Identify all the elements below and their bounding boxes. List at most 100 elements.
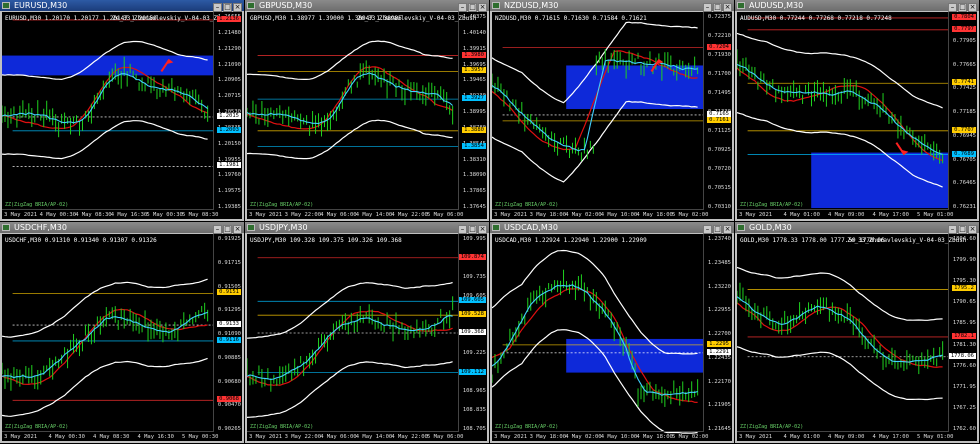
chart-canvas[interactable]: USDCAD,M30 1.22924 1.22940 1.22900 1.229… — [492, 234, 732, 441]
zigzag-label: ZZ(ZigZag BRIA/AP-02) — [495, 202, 559, 208]
chart-window[interactable]: GOLD,M30 – □ × GOLD,M30 1778.33 1778.00 1777… — [735, 222, 979, 443]
minimize-icon[interactable]: – — [458, 3, 467, 12]
chart-window-titlebar[interactable]: NZDUSD,M30 – □ × — [490, 0, 734, 12]
price-tick-label: 1.23220 — [707, 283, 731, 290]
time-tick-label: 5 May 01:00 — [917, 212, 954, 218]
chart-window-titlebar[interactable]: USDJPY,M30 – □ × — [245, 222, 489, 234]
chart-window[interactable]: GBPUSD,M30 – □ × GBPUSD,M30 1.38977 1.39000 … — [245, 0, 489, 221]
upper-band-line — [737, 266, 943, 321]
chart-canvas[interactable]: NZDUSD,M30 0.71615 0.71630 0.71584 0.716… — [492, 12, 732, 219]
chart-window-titlebar[interactable]: GOLD,M30 – □ × — [735, 222, 979, 234]
chart-window-titlebar[interactable]: GBPUSD,M30 – □ × — [245, 0, 489, 12]
close-icon[interactable]: × — [478, 3, 487, 12]
price-level-tag: 109.528 — [458, 311, 486, 318]
price-level-tag: 1.3980 — [462, 51, 486, 58]
zigzag-label: ZZ(ZigZag BRIA/AP-02) — [740, 202, 804, 208]
close-icon[interactable]: × — [233, 225, 242, 234]
price-scale[interactable]: 0.723750.722100.719300.717000.714950.713… — [703, 12, 732, 210]
maximize-icon[interactable]: □ — [223, 225, 232, 234]
minimize-icon[interactable]: – — [948, 3, 957, 12]
price-tick-label: 0.91295 — [217, 307, 241, 314]
chart-window[interactable]: USDCHF,M30 – □ × USDCHF,M30 0.91310 0.91340 … — [0, 222, 244, 443]
maximize-icon[interactable]: □ — [713, 3, 722, 12]
price-tick-label: 1.21905 — [707, 402, 731, 409]
price-tick-label: 0.77425 — [952, 85, 976, 92]
price-tick-label: 0.76945 — [952, 132, 976, 139]
price-tick-label: 1.21090 — [217, 61, 241, 68]
symbol-info: USDJPY,M30 109.328 109.375 109.326 109.3… — [250, 237, 402, 244]
time-scale[interactable]: 3 May 2021 3 May 22:00 4 May 06:00 4 May 14… — [247, 431, 463, 441]
chart-window-titlebar[interactable]: USDCAD,M30 – □ × — [490, 222, 734, 234]
price-tick-label: 1.38090 — [462, 172, 486, 179]
time-scale[interactable]: 3 May 2021 4 May 01:00 4 May 09:00 4 May 17… — [737, 209, 953, 219]
chart-canvas[interactable]: GOLD,M30 1778.33 1778.00 1777.59 1778.06… — [737, 234, 977, 441]
time-tick-label: 4 May 08:30 — [75, 212, 112, 218]
time-scale[interactable]: 3 May 2021 3 May 22:00 4 May 06:00 4 May 14… — [247, 209, 463, 219]
maximize-icon[interactable]: □ — [223, 3, 232, 12]
chart-window-title: USDCHF,M30 — [14, 223, 67, 232]
price-tick-label: 1.38995 — [462, 109, 486, 115]
price-tick-label: 1.23485 — [707, 259, 731, 266]
maximize-icon[interactable]: □ — [468, 3, 477, 12]
price-chart — [492, 249, 704, 434]
zigzag-label: ZZ(ZigZag BRIA/AP-02) — [5, 424, 69, 430]
time-tick-label: 3 May 2021 — [4, 212, 38, 218]
close-icon[interactable]: × — [723, 225, 732, 234]
symbol-info: USDCAD,M30 1.22924 1.22940 1.22900 1.229… — [495, 237, 647, 244]
minimize-icon[interactable]: – — [703, 225, 712, 234]
time-tick-label: 4 May 16:30 — [110, 212, 148, 218]
lower-band-line — [247, 361, 453, 418]
chart-window[interactable]: AUDUSD,M30 – □ × AUDUSD,M30 0.77244 0.77268 … — [735, 0, 979, 221]
price-scale[interactable]: 1.403751.401401.399151.396951.394651.392… — [458, 12, 487, 210]
price-scale[interactable]: 0.91925 0.91715 0.91505 0.91295 0.91090 0.908… — [213, 234, 242, 432]
chart-window[interactable]: EURUSD,M30 – □ × EURUSD,M30 1.20170 1.20177 … — [0, 0, 244, 221]
maximize-icon[interactable]: □ — [713, 225, 722, 234]
close-icon[interactable]: × — [968, 225, 977, 234]
minimize-icon[interactable]: – — [213, 225, 222, 234]
price-level-tag: 1.2136 — [217, 15, 241, 22]
time-scale[interactable]: 3 May 2021 4 May 00:30 4 May 08:30 4 May 16… — [2, 209, 218, 219]
time-scale[interactable]: 3 May 2021 4 May 00:30 4 May 08:30 4 May 16… — [2, 431, 218, 441]
time-scale[interactable]: 3 May 2021 4 May 01:00 4 May 09:00 4 May 17… — [737, 431, 953, 441]
maximize-icon[interactable]: □ — [958, 225, 967, 234]
close-icon[interactable]: × — [478, 225, 487, 234]
chart-canvas[interactable]: AUDUSD,M30 0.77244 0.77268 0.77218 0.772… — [737, 12, 977, 219]
price-scale[interactable]: 109.995109.865109.735109.605109.480109.3… — [458, 234, 487, 432]
chart-window-titlebar[interactable]: AUDUSD,M30 – □ × — [735, 0, 979, 12]
close-icon[interactable]: × — [233, 3, 242, 12]
price-scale[interactable]: 0.781400.779050.776650.774250.771850.769… — [948, 12, 977, 210]
time-scale[interactable]: 3 May 2021 3 May 18:00 4 May 02:00 4 May 10… — [492, 431, 708, 441]
minimize-icon[interactable]: – — [213, 3, 222, 12]
price-tick-label: 1.39465 — [462, 77, 486, 84]
price-scale[interactable]: 1.216551.214801.212901.210901.209051.207… — [213, 12, 242, 210]
chart-window-titlebar[interactable]: USDCHF,M30 – □ × — [0, 222, 244, 234]
chart-canvas[interactable]: USDCHF,M30 0.91310 0.91340 0.91307 0.913… — [2, 234, 242, 441]
chart-window[interactable]: NZDUSD,M30 – □ × NZDUSD,M30 0.71615 0.71630 … — [490, 0, 734, 221]
price-chart — [737, 266, 949, 401]
price-scale[interactable]: 1.23740 1.23485 1.23220 1.22955 1.22700 1.224… — [703, 234, 732, 432]
chart-canvas[interactable]: GBPUSD,M30 1.38977 1.39000 1.38947 1.389… — [247, 12, 487, 219]
chart-canvas[interactable]: EURUSD,M30 1.20170 1.20177 1.20147 1.201… — [2, 12, 242, 219]
close-icon[interactable]: × — [723, 3, 732, 12]
close-icon[interactable]: × — [968, 3, 977, 12]
minimize-icon[interactable]: – — [458, 225, 467, 234]
minimize-icon[interactable]: – — [703, 3, 712, 12]
time-tick-label: 3 May 2021 — [494, 434, 528, 440]
time-scale[interactable]: 3 May 2021 3 May 18:00 4 May 02:00 4 May 10… — [492, 209, 708, 219]
minimize-icon[interactable]: – — [948, 225, 957, 234]
price-level-tag: 1.3854 — [462, 142, 486, 149]
maximize-icon[interactable]: □ — [958, 3, 967, 12]
price-level-tag: 109.874 — [458, 253, 486, 260]
chart-canvas[interactable]: USDJPY,M30 109.328 109.375 109.326 109.3… — [247, 234, 487, 441]
price-tick-label: 0.76465 — [952, 180, 976, 187]
time-tick-label: 5 May 08:30 — [182, 212, 219, 218]
price-tick-label: 1.23740 — [707, 236, 731, 242]
price-tick-label: 1781.30 — [952, 341, 976, 348]
price-scale[interactable]: 1804.60 1799.90 1795.30 1790.65 1785.95 1781.… — [948, 234, 977, 432]
price-tick-label: 0.90885 — [217, 354, 241, 361]
chart-window-titlebar[interactable]: EURUSD,M30 – □ × — [0, 0, 244, 12]
chart-window[interactable]: USDCAD,M30 – □ × USDCAD,M30 1.22924 1.22940 … — [490, 222, 734, 443]
maximize-icon[interactable]: □ — [468, 225, 477, 234]
price-tick-label: 1776.60 — [952, 362, 976, 369]
chart-window[interactable]: USDJPY,M30 – □ × USDJPY,M30 109.328 109.375 … — [245, 222, 489, 443]
